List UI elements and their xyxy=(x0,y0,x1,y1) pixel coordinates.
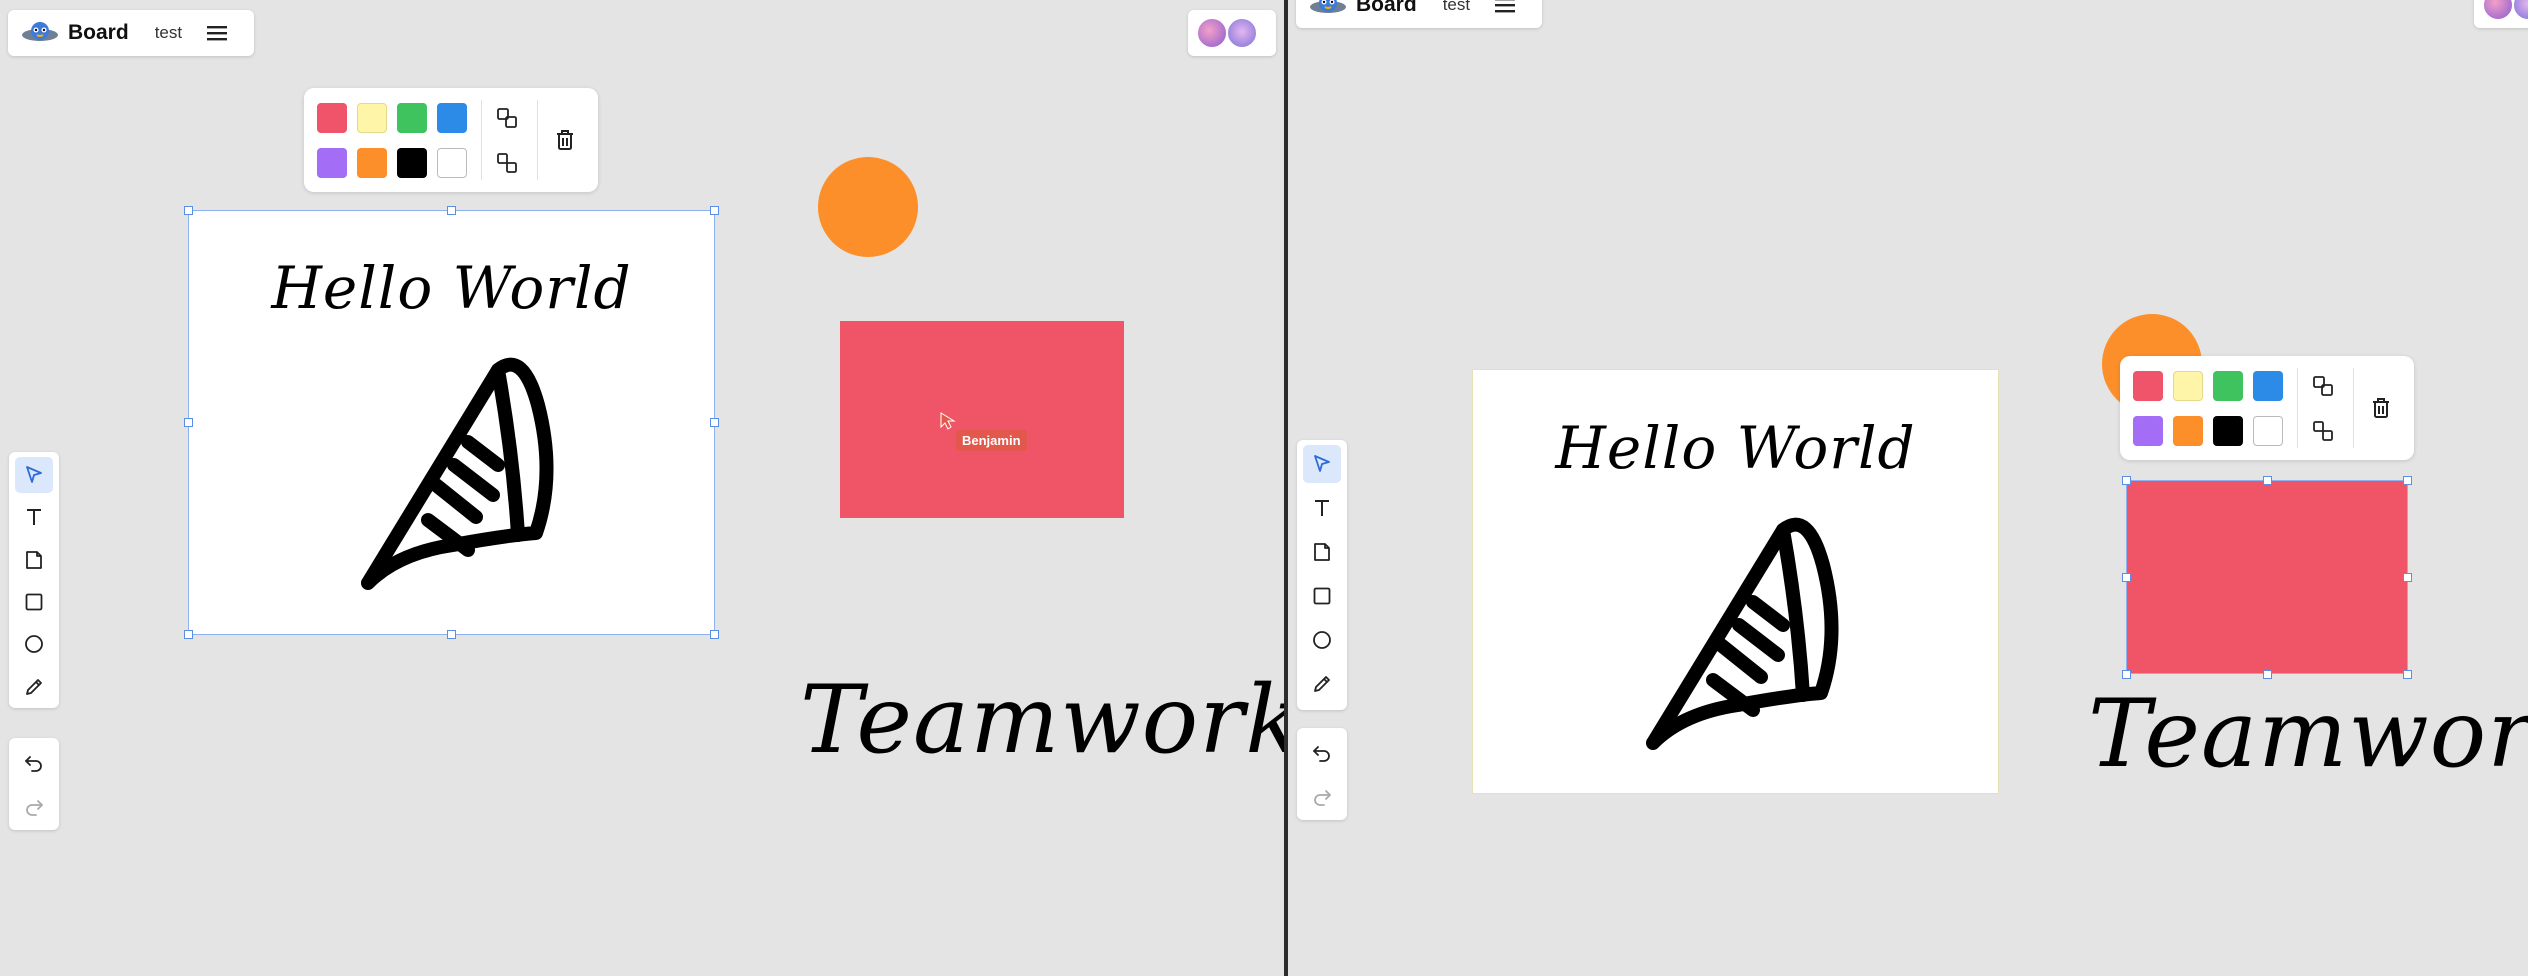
text-icon[interactable] xyxy=(15,499,53,535)
resize-handle[interactable] xyxy=(184,418,193,427)
resize-handle[interactable] xyxy=(710,206,719,215)
resize-handle[interactable] xyxy=(2263,476,2272,485)
swatch-black[interactable] xyxy=(397,148,427,178)
tools-toolbar xyxy=(9,452,59,708)
avatar-group xyxy=(2474,0,2528,28)
swatch-orange[interactable] xyxy=(357,148,387,178)
send-backward-icon[interactable] xyxy=(492,148,522,178)
pen-icon[interactable] xyxy=(15,669,53,705)
swatch-blue[interactable] xyxy=(2253,371,2283,401)
resize-handle[interactable] xyxy=(2122,670,2131,679)
top-bar: Board test xyxy=(8,10,254,56)
party-horn-sketch-icon xyxy=(1646,517,1839,750)
undo-icon[interactable] xyxy=(15,744,53,782)
drawing-frame[interactable]: Hello World xyxy=(188,210,715,635)
history-toolbar xyxy=(1297,728,1347,820)
swatch-white[interactable] xyxy=(2253,416,2283,446)
trash-icon[interactable] xyxy=(2366,393,2396,423)
party-horn-sketch-icon xyxy=(361,357,554,590)
resize-handle[interactable] xyxy=(2403,670,2412,679)
swatch-red[interactable] xyxy=(317,103,347,133)
swatch-yellow[interactable] xyxy=(2173,371,2203,401)
select-icon[interactable] xyxy=(15,457,53,494)
teamwork-text[interactable]: Teamwork! xyxy=(2088,680,2528,789)
resize-handle[interactable] xyxy=(710,630,719,639)
swatch-black[interactable] xyxy=(2213,416,2243,446)
resize-handle[interactable] xyxy=(447,206,456,215)
red-rectangle-shape[interactable] xyxy=(2126,480,2408,674)
avatar-group xyxy=(1188,10,1276,56)
resize-handle[interactable] xyxy=(2122,476,2131,485)
board-logo-icon xyxy=(1310,0,1346,13)
resize-handle[interactable] xyxy=(710,418,719,427)
frame-title-text[interactable]: Hello World xyxy=(188,254,715,322)
red-rectangle-shape[interactable] xyxy=(840,321,1124,518)
app-title: Board xyxy=(68,21,129,44)
menu-icon[interactable] xyxy=(1492,0,1518,18)
avatar[interactable] xyxy=(2512,0,2528,21)
swatch-white[interactable] xyxy=(437,148,467,178)
resize-handle[interactable] xyxy=(184,206,193,215)
right-browser-pane: Board test Hello World Teamwo xyxy=(1288,0,2528,976)
menu-icon[interactable] xyxy=(204,20,230,46)
left-browser-pane: Board test Hello World Benjamin Teamwor xyxy=(0,0,1284,976)
drawing-frame[interactable]: Hello World xyxy=(1472,369,1999,794)
bring-forward-icon[interactable] xyxy=(492,103,522,133)
swatch-purple[interactable] xyxy=(2133,416,2163,446)
undo-icon[interactable] xyxy=(1303,734,1341,772)
teamwork-text[interactable]: Teamwork! xyxy=(800,666,1284,775)
select-icon[interactable] xyxy=(1303,445,1341,483)
swatch-green[interactable] xyxy=(2213,371,2243,401)
redo-icon[interactable] xyxy=(1303,778,1341,816)
board-name[interactable]: test xyxy=(155,23,182,43)
trash-icon[interactable] xyxy=(550,125,580,155)
send-backward-icon[interactable] xyxy=(2308,416,2338,446)
rectangle-icon[interactable] xyxy=(15,584,53,620)
swatch-blue[interactable] xyxy=(437,103,467,133)
avatar[interactable] xyxy=(1196,17,1228,49)
circle-icon[interactable] xyxy=(15,626,53,662)
swatch-purple[interactable] xyxy=(317,148,347,178)
cursor-label: Benjamin xyxy=(956,430,1027,451)
frame-title-text[interactable]: Hello World xyxy=(1473,414,1998,482)
tools-toolbar xyxy=(1297,440,1347,710)
swatch-orange[interactable] xyxy=(2173,416,2203,446)
text-icon[interactable] xyxy=(1303,489,1341,527)
bring-forward-icon[interactable] xyxy=(2308,371,2338,401)
circle-icon[interactable] xyxy=(1303,621,1341,659)
rectangle-icon[interactable] xyxy=(1303,577,1341,615)
resize-handle[interactable] xyxy=(2263,670,2272,679)
swatch-yellow[interactable] xyxy=(357,103,387,133)
avatar[interactable] xyxy=(1226,17,1258,49)
orange-circle-shape[interactable] xyxy=(818,157,918,257)
color-panel xyxy=(2120,356,2414,460)
resize-handle[interactable] xyxy=(447,630,456,639)
swatch-red[interactable] xyxy=(2133,371,2163,401)
sticky-note-icon[interactable] xyxy=(1303,533,1341,571)
app-title: Board xyxy=(1356,0,1417,16)
resize-handle[interactable] xyxy=(2403,476,2412,485)
swatch-green[interactable] xyxy=(397,103,427,133)
top-bar: Board test xyxy=(1296,0,1542,28)
pen-icon[interactable] xyxy=(1303,665,1341,703)
board-name[interactable]: test xyxy=(1443,0,1470,15)
resize-handle[interactable] xyxy=(184,630,193,639)
sticky-note-icon[interactable] xyxy=(15,542,53,578)
remote-cursor-icon xyxy=(940,412,956,430)
color-panel xyxy=(304,88,598,192)
resize-handle[interactable] xyxy=(2403,573,2412,582)
redo-icon[interactable] xyxy=(15,788,53,826)
avatar[interactable] xyxy=(2482,0,2514,21)
resize-handle[interactable] xyxy=(2122,573,2131,582)
board-logo-icon xyxy=(22,22,58,41)
history-toolbar xyxy=(9,738,59,830)
